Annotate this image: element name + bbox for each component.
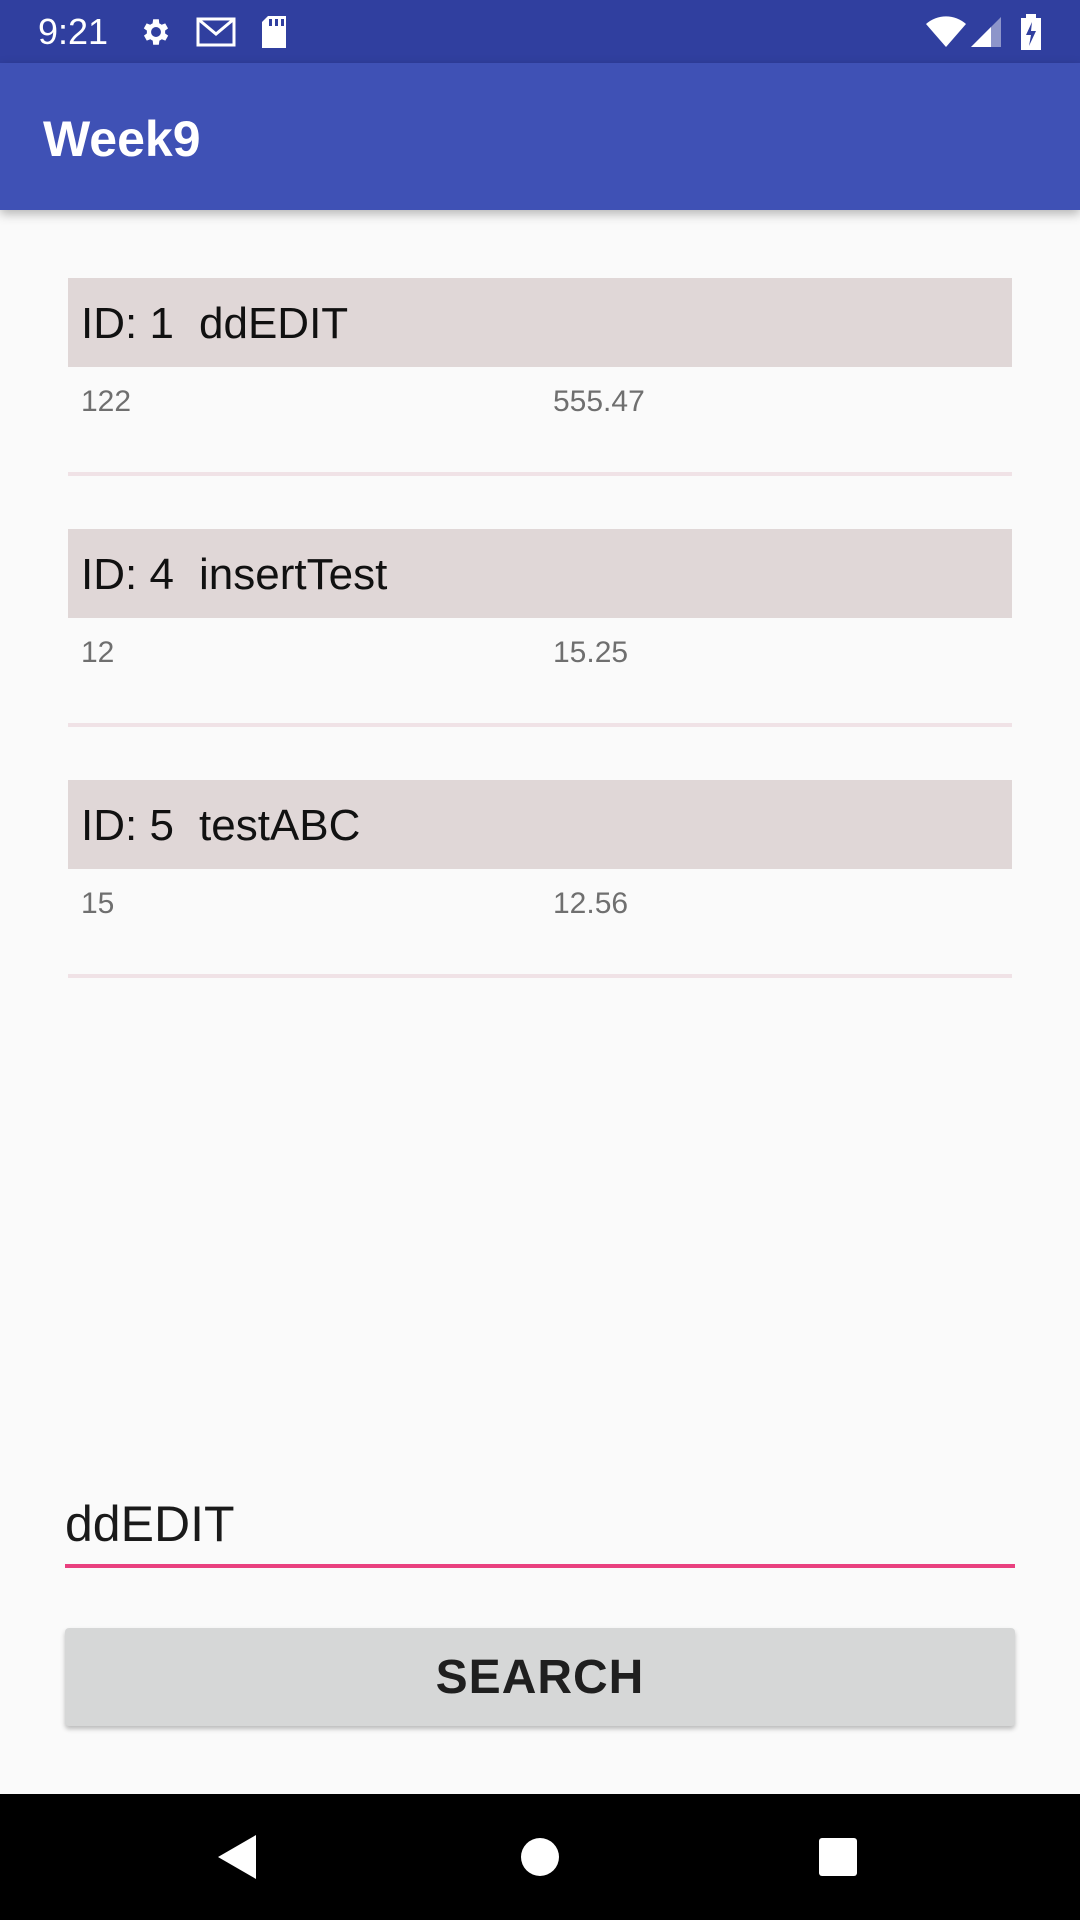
status-bar: 9:21 (0, 0, 1080, 63)
back-icon[interactable] (208, 1827, 268, 1887)
record-quantity: 15 (81, 887, 115, 920)
record-quantity: 12 (81, 636, 115, 669)
app-bar: Week9 (0, 63, 1080, 210)
sd-card-icon (255, 13, 293, 51)
record-header: ID: 5 testABC (68, 780, 1012, 869)
list-item[interactable]: ID: 5 testABC 15 12.56 (68, 780, 1012, 1031)
wifi-icon (924, 13, 968, 51)
record-header: ID: 4 insertTest (68, 529, 1012, 618)
status-time: 9:21 (38, 11, 109, 52)
record-name: testABC (199, 801, 361, 850)
divider (68, 472, 1012, 476)
record-id: ID: 5 (81, 801, 174, 850)
record-name: insertTest (199, 550, 388, 599)
list-item[interactable]: ID: 4 insertTest 12 15.25 (68, 529, 1012, 780)
record-id: ID: 1 (81, 299, 174, 348)
home-icon[interactable] (510, 1827, 570, 1887)
record-quantity: 122 (81, 385, 132, 418)
gmail-icon (195, 13, 237, 51)
search-button[interactable]: SEARCH (65, 1628, 1015, 1726)
divider (68, 974, 1012, 978)
battery-charging-icon (1013, 13, 1049, 51)
signal-icon (968, 13, 1004, 51)
search-input[interactable] (65, 1490, 1015, 1568)
record-list: ID: 1 ddEDIT 122 555.47 ID: 4 insertTest… (68, 278, 1012, 1031)
record-price: 15.25 (553, 636, 629, 669)
divider (68, 723, 1012, 727)
list-item[interactable]: ID: 1 ddEDIT 122 555.47 (68, 278, 1012, 529)
navigation-bar (0, 1794, 1080, 1920)
record-header: ID: 1 ddEDIT (68, 278, 1012, 367)
record-price: 555.47 (553, 385, 645, 418)
record-price: 12.56 (553, 887, 629, 920)
record-name: ddEDIT (199, 299, 349, 348)
recents-icon[interactable] (808, 1827, 868, 1887)
record-id: ID: 4 (81, 550, 174, 599)
app-title: Week9 (43, 111, 201, 167)
settings-icon (137, 13, 175, 51)
